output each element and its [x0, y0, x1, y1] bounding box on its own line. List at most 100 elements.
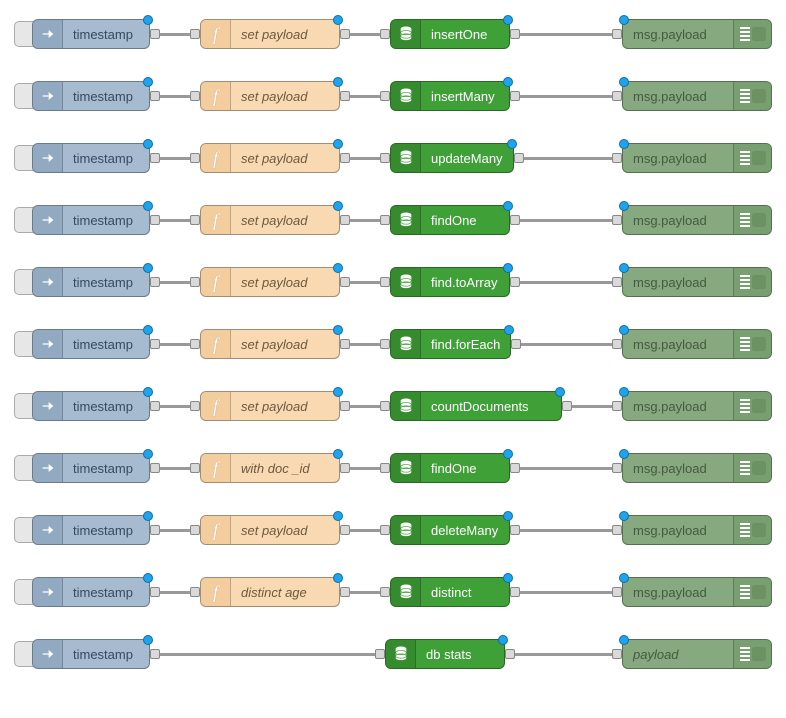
input-port[interactable] — [380, 153, 390, 163]
inject-trigger-button[interactable] — [14, 641, 34, 667]
input-port[interactable] — [190, 277, 200, 287]
output-port[interactable] — [150, 29, 160, 39]
output-port[interactable] — [340, 29, 350, 39]
output-port[interactable] — [150, 215, 160, 225]
mongodb-node[interactable]: distinct — [390, 577, 510, 607]
inject-node[interactable]: timestamp — [32, 81, 150, 111]
function-node[interactable]: fset payload — [200, 515, 340, 545]
input-port[interactable] — [380, 339, 390, 349]
output-port[interactable] — [150, 525, 160, 535]
mongodb-node[interactable]: find.toArray — [390, 267, 510, 297]
inject-node[interactable]: timestamp — [32, 639, 150, 669]
inject-node[interactable]: timestamp — [32, 453, 150, 483]
inject-node[interactable]: timestamp — [32, 391, 150, 421]
input-port[interactable] — [612, 29, 622, 39]
debug-node[interactable]: msg.payload — [622, 81, 772, 111]
output-port[interactable] — [340, 153, 350, 163]
inject-trigger-button[interactable] — [14, 331, 34, 357]
output-port[interactable] — [510, 525, 520, 535]
inject-trigger-button[interactable] — [14, 393, 34, 419]
function-node[interactable]: fset payload — [200, 329, 340, 359]
inject-node[interactable]: timestamp — [32, 577, 150, 607]
input-port[interactable] — [380, 587, 390, 597]
input-port[interactable] — [190, 29, 200, 39]
debug-toggle-icon[interactable] — [752, 213, 766, 227]
function-node[interactable]: fset payload — [200, 19, 340, 49]
output-port[interactable] — [340, 401, 350, 411]
output-port[interactable] — [340, 587, 350, 597]
mongodb-node[interactable]: deleteMany — [390, 515, 510, 545]
output-port[interactable] — [510, 587, 520, 597]
input-port[interactable] — [380, 401, 390, 411]
inject-node[interactable]: timestamp — [32, 205, 150, 235]
output-port[interactable] — [511, 339, 521, 349]
inject-trigger-button[interactable] — [14, 83, 34, 109]
input-port[interactable] — [612, 277, 622, 287]
output-port[interactable] — [510, 215, 520, 225]
input-port[interactable] — [380, 463, 390, 473]
output-port[interactable] — [340, 339, 350, 349]
input-port[interactable] — [612, 649, 622, 659]
output-port[interactable] — [150, 277, 160, 287]
mongodb-node[interactable]: insertMany — [390, 81, 510, 111]
input-port[interactable] — [380, 525, 390, 535]
input-port[interactable] — [190, 587, 200, 597]
output-port[interactable] — [150, 339, 160, 349]
output-port[interactable] — [150, 153, 160, 163]
input-port[interactable] — [612, 153, 622, 163]
input-port[interactable] — [190, 401, 200, 411]
function-node[interactable]: fset payload — [200, 143, 340, 173]
mongodb-node[interactable]: findOne — [390, 453, 510, 483]
output-port[interactable] — [340, 215, 350, 225]
debug-node[interactable]: msg.payload — [622, 267, 772, 297]
debug-node[interactable]: msg.payload — [622, 453, 772, 483]
output-port[interactable] — [562, 401, 572, 411]
output-port[interactable] — [150, 649, 160, 659]
input-port[interactable] — [380, 277, 390, 287]
inject-node[interactable]: timestamp — [32, 515, 150, 545]
output-port[interactable] — [514, 153, 524, 163]
input-port[interactable] — [375, 649, 385, 659]
inject-trigger-button[interactable] — [14, 455, 34, 481]
input-port[interactable] — [190, 525, 200, 535]
input-port[interactable] — [380, 29, 390, 39]
debug-toggle-icon[interactable] — [752, 151, 766, 165]
output-port[interactable] — [505, 649, 515, 659]
debug-toggle-icon[interactable] — [752, 89, 766, 103]
inject-trigger-button[interactable] — [14, 269, 34, 295]
input-port[interactable] — [190, 153, 200, 163]
inject-node[interactable]: timestamp — [32, 143, 150, 173]
output-port[interactable] — [150, 401, 160, 411]
output-port[interactable] — [340, 91, 350, 101]
input-port[interactable] — [612, 525, 622, 535]
debug-node[interactable]: msg.payload — [622, 515, 772, 545]
input-port[interactable] — [190, 215, 200, 225]
debug-node[interactable]: msg.payload — [622, 577, 772, 607]
inject-node[interactable]: timestamp — [32, 19, 150, 49]
mongodb-node[interactable]: find.forEach — [390, 329, 511, 359]
mongodb-node[interactable]: updateMany — [390, 143, 514, 173]
output-port[interactable] — [340, 525, 350, 535]
input-port[interactable] — [190, 91, 200, 101]
mongodb-node[interactable]: db stats — [385, 639, 505, 669]
input-port[interactable] — [612, 91, 622, 101]
output-port[interactable] — [510, 29, 520, 39]
debug-node[interactable]: msg.payload — [622, 391, 772, 421]
output-port[interactable] — [510, 277, 520, 287]
input-port[interactable] — [380, 215, 390, 225]
output-port[interactable] — [150, 463, 160, 473]
debug-toggle-icon[interactable] — [752, 275, 766, 289]
function-node[interactable]: fset payload — [200, 391, 340, 421]
debug-toggle-icon[interactable] — [752, 585, 766, 599]
mongodb-node[interactable]: countDocuments — [390, 391, 562, 421]
output-port[interactable] — [340, 277, 350, 287]
output-port[interactable] — [150, 91, 160, 101]
function-node[interactable]: fset payload — [200, 205, 340, 235]
inject-node[interactable]: timestamp — [32, 329, 150, 359]
input-port[interactable] — [612, 339, 622, 349]
function-node[interactable]: fset payload — [200, 81, 340, 111]
debug-toggle-icon[interactable] — [752, 337, 766, 351]
debug-toggle-icon[interactable] — [752, 523, 766, 537]
output-port[interactable] — [150, 587, 160, 597]
input-port[interactable] — [612, 401, 622, 411]
